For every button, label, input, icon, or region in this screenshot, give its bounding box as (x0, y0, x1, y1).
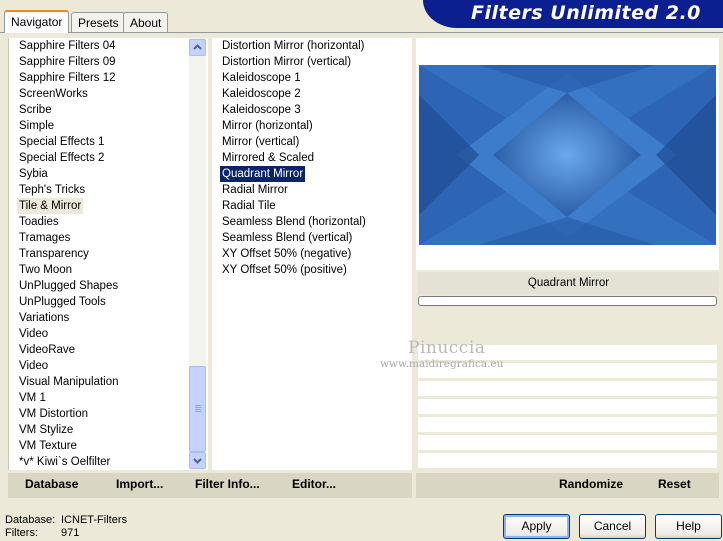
category-item[interactable]: Sapphire Filters 12 (17, 70, 118, 86)
status-filters-label: Filters: (5, 527, 38, 539)
watermark-name: Pinuccia (408, 338, 486, 358)
scroll-thumb[interactable] (189, 366, 206, 452)
filter-item[interactable]: Mirror (horizontal) (220, 118, 315, 134)
category-item[interactable]: VM Distortion (17, 406, 90, 422)
status-database-label: Database: (5, 514, 56, 526)
preview-image (419, 65, 716, 245)
category-item[interactable]: Transparency (17, 246, 91, 262)
filter-item[interactable]: Kaleidoscope 1 (220, 70, 303, 86)
parameter-row[interactable] (418, 453, 717, 468)
tab-presets[interactable]: Presets (71, 12, 126, 32)
category-item[interactable]: Teph's Tricks (17, 182, 87, 198)
right-action-bar: Randomize Reset (416, 473, 719, 498)
reset-button[interactable]: Reset (658, 477, 691, 491)
scroll-down-button[interactable] (189, 452, 206, 469)
category-item[interactable]: Simple (17, 118, 56, 134)
status-filters: Filters: 971 (5, 527, 79, 539)
filter-item[interactable]: XY Offset 50% (positive) (220, 262, 349, 278)
watermark-url: www.maidiregrafica.eu (380, 358, 504, 370)
tab-divider (0, 32, 723, 33)
cancel-button[interactable]: Cancel (579, 514, 646, 539)
left-action-bar: Database Import... Filter Info... Editor… (8, 473, 412, 498)
progress-bar (418, 296, 717, 306)
category-item[interactable]: Video (17, 326, 50, 342)
preview-filter-name: Quadrant Mirror (418, 272, 719, 294)
category-item[interactable]: Video (17, 358, 50, 374)
filter-item[interactable]: Seamless Blend (vertical) (220, 230, 354, 246)
category-item[interactable]: VideoRave (17, 342, 77, 358)
category-item[interactable]: Special Effects 1 (17, 134, 106, 150)
category-item-selected[interactable]: Tile & Mirror (17, 198, 84, 214)
category-item[interactable]: Visual Manipulation (17, 374, 121, 390)
category-item[interactable]: VM Texture (17, 438, 79, 454)
category-item[interactable]: UnPlugged Tools (17, 294, 108, 310)
randomize-button[interactable]: Randomize (559, 477, 623, 491)
parameter-row[interactable] (418, 399, 717, 414)
category-item[interactable]: ScreenWorks (17, 86, 90, 102)
category-scrollbar[interactable] (189, 38, 206, 470)
scroll-up-button[interactable] (189, 39, 206, 56)
filter-item[interactable]: Distortion Mirror (vertical) (220, 54, 353, 70)
filter-item[interactable]: Seamless Blend (horizontal) (220, 214, 368, 230)
parameter-row[interactable] (418, 435, 717, 450)
filter-item[interactable]: Mirrored & Scaled (220, 150, 316, 166)
filter-info-button[interactable]: Filter Info... (195, 477, 260, 491)
status-database: Database: ICNET-Filters (5, 514, 127, 526)
parameter-row[interactable] (418, 417, 717, 432)
category-item[interactable]: VM 1 (17, 390, 48, 406)
filter-item[interactable]: Kaleidoscope 3 (220, 102, 303, 118)
category-item[interactable]: Sapphire Filters 04 (17, 38, 118, 54)
database-button[interactable]: Database (25, 477, 78, 491)
category-item[interactable]: UnPlugged Shapes (17, 278, 120, 294)
parameter-row[interactable] (418, 381, 717, 396)
category-item[interactable]: Toadies (17, 214, 61, 230)
tab-navigator[interactable]: Navigator (4, 10, 70, 33)
category-item[interactable]: VM Stylize (17, 422, 75, 438)
help-button[interactable]: Help (655, 514, 722, 539)
tab-about[interactable]: About (123, 12, 169, 32)
category-item[interactable]: Tramages (17, 230, 72, 246)
parameter-area (416, 308, 719, 470)
filter-item[interactable]: Radial Tile (220, 198, 278, 214)
status-database-value: ICNET-Filters (61, 514, 127, 526)
category-item[interactable]: Sybia (17, 166, 50, 182)
editor-button[interactable]: Editor... (292, 477, 336, 491)
filter-item-selected[interactable]: Quadrant Mirror (220, 166, 306, 182)
category-item[interactable]: Sapphire Filters 09 (17, 54, 118, 70)
category-item[interactable]: *v* Kiwi`s Oelfilter (17, 454, 112, 470)
import-button[interactable]: Import... (116, 477, 163, 491)
category-item[interactable]: Scribe (17, 102, 54, 118)
status-filters-value: 971 (61, 527, 80, 539)
filter-item[interactable]: Radial Mirror (220, 182, 290, 198)
chevron-down-icon (193, 458, 202, 464)
filter-list[interactable]: Distortion Mirror (horizontal) Distortio… (212, 38, 412, 470)
preview-panel (416, 38, 719, 270)
category-item[interactable]: Two Moon (17, 262, 74, 278)
app-title: Filters Unlimited 2.0 (423, 0, 723, 28)
apply-button[interactable]: Apply (503, 514, 570, 539)
filter-item[interactable]: Kaleidoscope 2 (220, 86, 303, 102)
filter-item[interactable]: XY Offset 50% (negative) (220, 246, 353, 262)
category-item[interactable]: Special Effects 2 (17, 150, 106, 166)
filter-item[interactable]: Mirror (vertical) (220, 134, 301, 150)
category-item[interactable]: Variations (17, 310, 71, 326)
filter-item[interactable]: Distortion Mirror (horizontal) (220, 38, 367, 54)
category-list[interactable]: Sapphire Filters 04 Sapphire Filters 09 … (8, 38, 208, 470)
chevron-up-icon (193, 44, 202, 50)
